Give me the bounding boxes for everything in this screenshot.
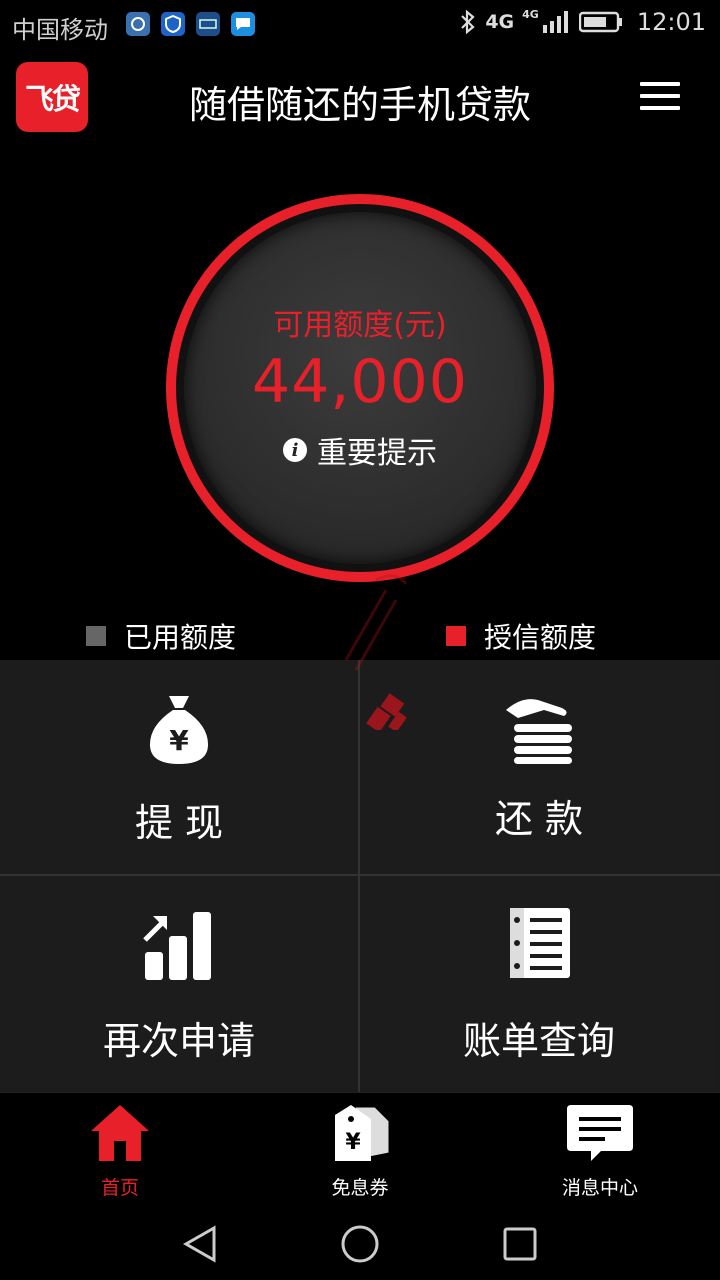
nav-home[interactable]: 首页 bbox=[30, 1101, 210, 1200]
svg-text:¥: ¥ bbox=[345, 1130, 361, 1155]
nav-messages[interactable]: 消息中心 bbox=[510, 1101, 690, 1200]
coin-stack-icon bbox=[506, 699, 572, 764]
important-notice-link[interactable]: i 重要提示 bbox=[0, 428, 720, 472]
message-icon bbox=[567, 1105, 633, 1161]
network-type-secondary: 4G bbox=[522, 7, 539, 21]
status-right: 4G 4G 12:01 bbox=[459, 8, 706, 36]
repay-label: 还 款 bbox=[494, 797, 584, 841]
bill-query-button[interactable]: 账单查询 bbox=[360, 876, 718, 1090]
app-notification-icon bbox=[196, 12, 220, 36]
legend-used: 已用额度 bbox=[86, 616, 236, 656]
nav-messages-label: 消息中心 bbox=[561, 1177, 638, 1199]
page-title: 随借随还的手机贷款 bbox=[188, 83, 531, 127]
legend-granted-swatch bbox=[446, 626, 466, 646]
notebook-icon bbox=[510, 908, 570, 978]
important-notice-text: 重要提示 bbox=[317, 436, 437, 471]
status-bar: 中国移动 4G 4G 12:01 bbox=[0, 0, 720, 50]
money-bag-icon: ¥ bbox=[149, 696, 209, 764]
browser-notification-icon bbox=[126, 12, 150, 36]
home-icon bbox=[91, 1105, 149, 1161]
menu-button[interactable] bbox=[640, 82, 680, 112]
legend-used-label: 已用额度 bbox=[124, 621, 237, 654]
network-type: 4G bbox=[485, 11, 515, 33]
menu-icon-line bbox=[640, 94, 680, 98]
chat-notification-icon bbox=[231, 12, 255, 36]
available-credit-amount: 44,000 bbox=[252, 347, 468, 417]
notification-icons bbox=[126, 12, 255, 36]
nav-coupons[interactable]: ¥ 免息券 bbox=[270, 1101, 450, 1200]
menu-icon-line bbox=[640, 106, 680, 110]
available-credit-label: 可用额度(元) bbox=[273, 308, 447, 343]
system-navigation-bar bbox=[0, 1204, 720, 1280]
signal-icon bbox=[542, 11, 568, 33]
watermark-stamp bbox=[344, 574, 408, 730]
carrier-name: 中国移动 bbox=[12, 16, 108, 44]
bar-chart-icon bbox=[143, 912, 211, 980]
reapply-button[interactable]: 再次申请 bbox=[0, 876, 358, 1090]
app-header: 飞贷 随借随还的手机贷款 bbox=[0, 50, 720, 142]
svg-text:¥: ¥ bbox=[169, 724, 189, 757]
legend-used-swatch bbox=[86, 626, 106, 646]
back-icon[interactable] bbox=[182, 1224, 218, 1264]
coupon-tag-icon: ¥ bbox=[335, 1105, 390, 1161]
menu-icon-line bbox=[640, 82, 680, 86]
bluetooth-icon bbox=[461, 9, 475, 35]
bottom-navigation: 首页 ¥ 免息券 消息中心 bbox=[0, 1092, 720, 1205]
bill-query-label: 账单查询 bbox=[462, 1019, 615, 1063]
recents-icon[interactable] bbox=[502, 1226, 538, 1262]
nav-coupons-label: 免息券 bbox=[331, 1177, 389, 1199]
info-icon: i bbox=[283, 438, 307, 462]
clock: 12:01 bbox=[636, 8, 706, 36]
nav-home-label: 首页 bbox=[100, 1177, 139, 1199]
reapply-label: 再次申请 bbox=[102, 1019, 255, 1063]
legend-granted-label: 授信额度 bbox=[484, 621, 597, 654]
withdraw-label: 提 现 bbox=[134, 801, 224, 845]
legend-granted: 授信额度 bbox=[446, 616, 596, 656]
shield-notification-icon bbox=[161, 12, 185, 36]
home-circle-icon[interactable] bbox=[340, 1224, 380, 1264]
grid-divider-horizontal bbox=[0, 874, 720, 876]
battery-icon bbox=[578, 11, 622, 33]
